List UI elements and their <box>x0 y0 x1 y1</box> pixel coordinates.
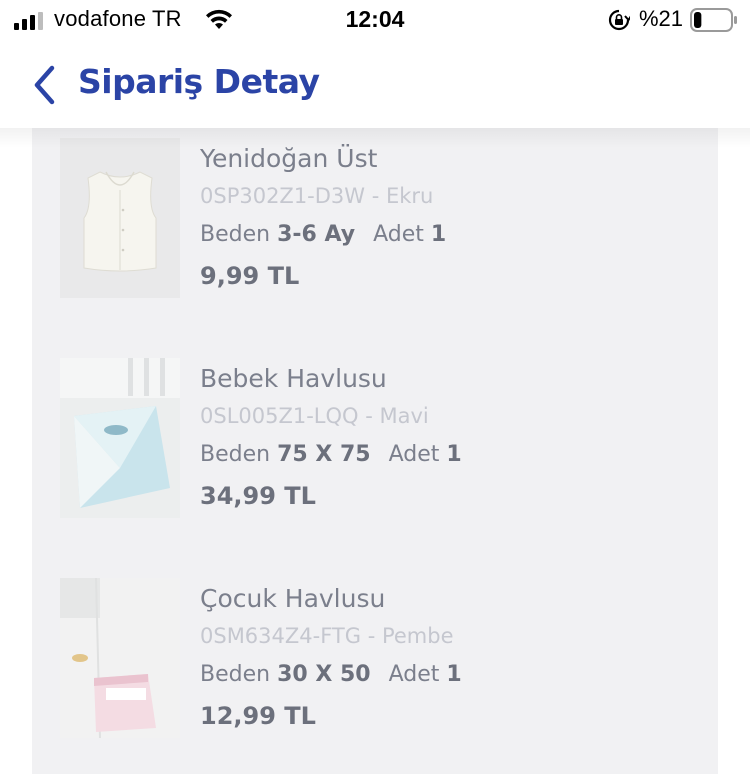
size-value: 3-6 Ay <box>277 222 356 247</box>
product-size-qty: Beden 30 X 50 Adet 1 <box>200 662 462 687</box>
order-item[interactable]: Bebek Havlusu 0SL005Z1-LQQ - Mavi Beden … <box>60 358 700 518</box>
product-sku: 0SL005Z1-LQQ - Mavi <box>200 404 429 428</box>
order-items-card: Yenidoğan Üst 0SP302Z1-D3W - Ekru Beden … <box>32 128 718 774</box>
size-value: 75 X 75 <box>277 442 371 467</box>
page-title: Sipariş Detay <box>78 62 320 101</box>
order-item[interactable]: Yenidoğan Üst 0SP302Z1-D3W - Ekru Beden … <box>60 138 700 298</box>
nav-shadow <box>0 128 750 148</box>
baby-towel-image <box>60 358 180 518</box>
product-name: Bebek Havlusu <box>200 364 387 393</box>
product-image <box>60 138 180 298</box>
product-size-qty: Beden 3-6 Ay Adet 1 <box>200 222 446 247</box>
product-price: 34,99 TL <box>200 482 316 510</box>
clock: 12:04 <box>345 6 405 32</box>
back-chevron-icon[interactable] <box>30 64 60 106</box>
battery-icon <box>690 8 737 32</box>
order-detail-content[interactable]: Yenidoğan Üst 0SP302Z1-D3W - Ekru Beden … <box>0 128 750 774</box>
order-item[interactable]: Çocuk Havlusu 0SM634Z4-FTG - Pembe Beden… <box>60 578 700 738</box>
size-label: Beden <box>200 662 271 687</box>
size-label: Beden <box>200 442 271 467</box>
product-name: Yenidoğan Üst <box>200 144 378 173</box>
product-price: 9,99 TL <box>200 262 300 290</box>
product-image <box>60 578 180 738</box>
size-value: 30 X 50 <box>277 662 371 687</box>
product-sku: 0SM634Z4-FTG - Pembe <box>200 624 454 648</box>
product-sku: 0SP302Z1-D3W - Ekru <box>200 184 434 208</box>
product-image <box>60 358 180 518</box>
status-bar: vodafone TR 12:04 %21 <box>0 0 750 42</box>
product-name: Çocuk Havlusu <box>200 584 386 613</box>
qty-label: Adet <box>373 222 424 247</box>
qty-label: Adet <box>388 662 440 687</box>
rotation-lock-icon <box>608 9 630 31</box>
navigation-bar: Sipariş Detay <box>0 42 750 128</box>
qty-value: 1 <box>446 442 462 467</box>
qty-value: 1 <box>446 662 462 687</box>
baby-vest-image <box>60 138 180 298</box>
kids-towel-image <box>60 578 180 738</box>
qty-value: 1 <box>430 222 447 247</box>
battery-percentage: %21 <box>639 6 684 31</box>
product-size-qty: Beden 75 X 75 Adet 1 <box>200 442 462 467</box>
size-label: Beden <box>200 222 271 247</box>
product-price: 12,99 TL <box>200 702 316 730</box>
qty-label: Adet <box>388 442 440 467</box>
